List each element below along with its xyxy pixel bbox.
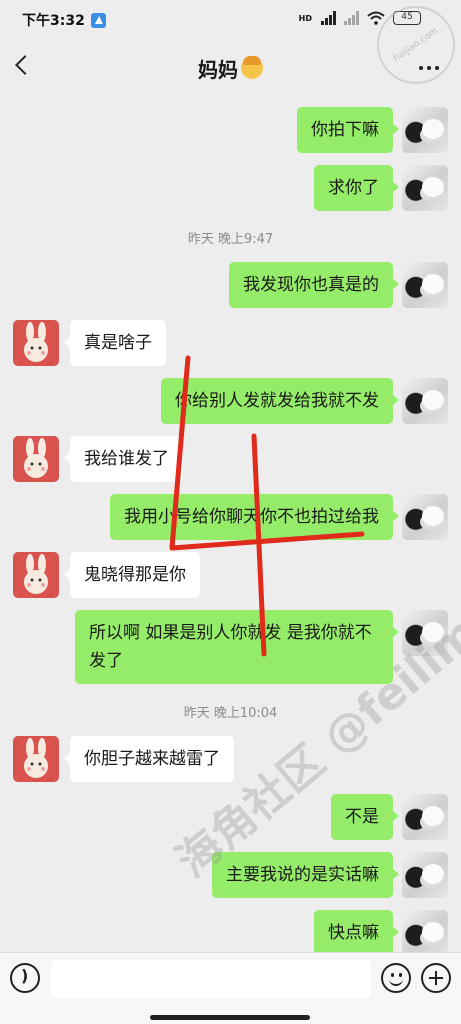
- mom-avatar[interactable]: [13, 436, 59, 482]
- outgoing-message[interactable]: 快点嘛: [314, 910, 399, 956]
- my-avatar[interactable]: [402, 852, 448, 898]
- my-avatar[interactable]: [402, 494, 448, 540]
- more-options-icon[interactable]: [419, 66, 439, 70]
- incoming-message[interactable]: 我给谁发了: [64, 436, 183, 482]
- network-type: HD: [298, 13, 312, 23]
- my-avatar[interactable]: [402, 910, 448, 956]
- message-input[interactable]: [51, 960, 371, 998]
- incoming-message[interactable]: 你胆子越来越雷了: [64, 736, 234, 782]
- timestamp: 昨天 晚上9:47: [187, 232, 274, 247]
- outgoing-message[interactable]: 你拍下嘛: [297, 107, 399, 153]
- outgoing-message[interactable]: 所以啊 如果是别人你就发 是我你就不发了: [75, 610, 399, 684]
- mom-avatar[interactable]: [13, 736, 59, 782]
- incoming-message[interactable]: 鬼晓得那是你: [64, 552, 200, 598]
- girl-emoji-icon: [241, 56, 263, 79]
- home-indicator: [150, 1015, 310, 1020]
- back-arrow-icon[interactable]: [15, 55, 35, 75]
- mom-avatar[interactable]: [13, 320, 59, 366]
- outgoing-message[interactable]: 不是: [331, 794, 399, 840]
- bunny-avatar-icon: [24, 738, 48, 778]
- outgoing-message[interactable]: 主要我说的是实话嘛: [212, 852, 399, 898]
- outgoing-message[interactable]: 你给别人发就发给我就不发: [161, 378, 399, 424]
- page-title: 妈妈: [198, 54, 263, 83]
- location-icon: [90, 12, 106, 28]
- outgoing-message[interactable]: 我发现你也真是的: [229, 262, 399, 308]
- signal-icon: [321, 11, 336, 25]
- bunny-avatar-icon: [24, 554, 48, 594]
- emoji-icon[interactable]: [381, 963, 411, 993]
- my-avatar[interactable]: [402, 262, 448, 308]
- bunny-avatar-icon: [24, 438, 48, 478]
- plus-icon[interactable]: [421, 963, 451, 993]
- contact-name: 妈妈: [198, 57, 238, 82]
- chat-header: 妈妈: [0, 40, 461, 96]
- my-avatar[interactable]: [402, 378, 448, 424]
- voice-icon[interactable]: [10, 963, 40, 993]
- my-avatar[interactable]: [402, 107, 448, 153]
- input-bar: [0, 952, 461, 1024]
- incoming-message[interactable]: 真是啥子: [64, 320, 166, 366]
- signal-2-icon: [344, 11, 359, 25]
- bunny-avatar-icon: [24, 322, 48, 362]
- outgoing-message[interactable]: 求你了: [314, 165, 399, 211]
- my-avatar[interactable]: [402, 165, 448, 211]
- outgoing-message[interactable]: 我用小号给你聊天你不也拍过给我: [110, 494, 399, 540]
- status-time: 下午3:32: [22, 13, 85, 29]
- mom-avatar[interactable]: [13, 552, 59, 598]
- my-avatar[interactable]: [402, 794, 448, 840]
